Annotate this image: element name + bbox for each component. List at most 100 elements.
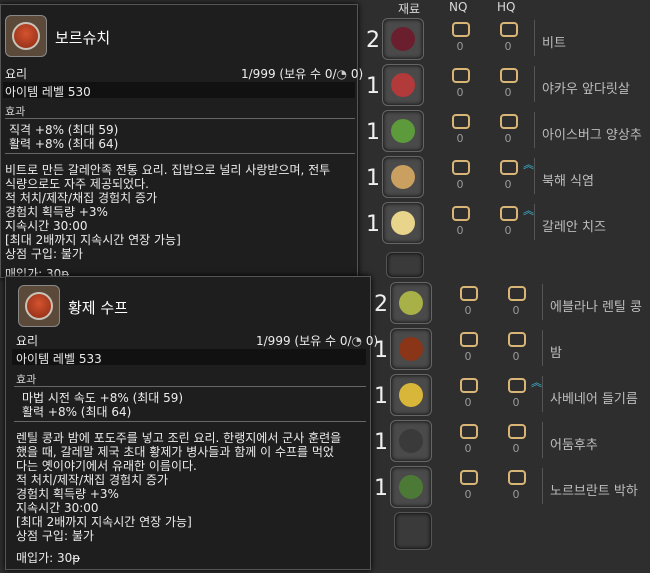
divider <box>534 158 535 194</box>
hq-marker-icon: ︽ <box>531 376 542 389</box>
divider <box>542 376 543 412</box>
nq-checkbox[interactable] <box>460 286 478 301</box>
nq-count: 0 <box>464 396 472 409</box>
divider <box>14 421 366 422</box>
ingredient-row[interactable]: 1 0 0 ︽ 북해 식염 <box>360 154 650 200</box>
ingredient-row[interactable]: 2 0 0 에블라나 렌틸 콩 <box>368 280 650 326</box>
ingredient-quantity: 1 <box>366 212 380 237</box>
ingredient-slot[interactable] <box>390 466 432 508</box>
emperor-soup-icon <box>18 285 60 327</box>
ingredient-name: 어둠후추 <box>550 438 598 453</box>
divider <box>542 284 543 320</box>
ingredient-slot[interactable] <box>390 420 432 462</box>
item-category: 요리 <box>5 67 28 81</box>
borscht-icon <box>5 15 47 57</box>
ingredient-row[interactable]: 1 0 0 ︽ 갈레안 치즈 <box>360 200 650 246</box>
hq-checkbox[interactable] <box>508 286 526 301</box>
hq-count: 0 <box>512 350 520 363</box>
nq-count: 0 <box>464 488 472 501</box>
ingredient-slot[interactable] <box>390 282 432 324</box>
divider <box>14 386 366 387</box>
ingredient-slot[interactable] <box>382 18 424 60</box>
column-hq: HQ <box>497 0 516 14</box>
divider <box>5 153 355 154</box>
divider <box>542 330 543 366</box>
divider <box>534 112 535 148</box>
ingredient-row[interactable]: 100밤 <box>368 326 650 372</box>
ingredient-name: 사베네어 들기름 <box>550 392 638 407</box>
hq-count: 0 <box>504 40 512 53</box>
ingredient-row[interactable]: 1 0 0 노르브란트 박하 <box>368 464 650 510</box>
empty-slot <box>386 252 424 278</box>
hq-checkbox[interactable] <box>500 160 518 175</box>
hq-checkbox[interactable] <box>508 424 526 439</box>
ingredient-name: 아이스버그 양상추 <box>542 128 642 143</box>
divider <box>542 422 543 458</box>
ingredient-icon <box>399 475 423 499</box>
hq-count: 0 <box>512 488 520 501</box>
ingredient-quantity: 2 <box>366 28 380 53</box>
nq-checkbox[interactable] <box>460 332 478 347</box>
ingredient-slot[interactable] <box>382 202 424 244</box>
ingredient-icon <box>399 291 423 315</box>
ingredient-name: 북해 식염 <box>542 174 594 189</box>
ingredient-row[interactable]: 1 0 0 ︽ 사베네어 들기름 <box>368 372 650 418</box>
hq-checkbox[interactable] <box>508 332 526 347</box>
column-material: 재료 <box>398 2 421 16</box>
ingredient-slot[interactable] <box>390 328 432 370</box>
effects-label: 효과 <box>16 373 37 386</box>
nq-count: 0 <box>456 224 464 237</box>
ingredient-quantity: 1 <box>366 166 380 191</box>
divider <box>534 204 535 240</box>
hq-checkbox[interactable] <box>500 114 518 129</box>
hq-marker-icon: ︽ <box>523 204 534 217</box>
item-category: 요리 <box>16 334 39 348</box>
hq-checkbox[interactable] <box>500 22 518 37</box>
ingredient-row[interactable]: 1 0 0 야카우 앞다릿살 <box>360 62 650 108</box>
nq-checkbox[interactable] <box>460 470 478 485</box>
nq-count: 0 <box>464 304 472 317</box>
item-level: 아이템 레벨 533 <box>16 352 102 366</box>
ingredient-slot[interactable] <box>382 64 424 106</box>
divider <box>542 468 543 504</box>
ingredient-quantity: 2 <box>374 292 388 317</box>
hq-checkbox[interactable] <box>508 378 526 393</box>
column-nq: NQ <box>449 0 468 14</box>
item-title: 황제 수프 <box>68 299 128 317</box>
nq-count: 0 <box>464 442 472 455</box>
divider <box>5 118 355 119</box>
hq-checkbox[interactable] <box>500 68 518 83</box>
nq-checkbox[interactable] <box>460 378 478 393</box>
ingredient-icon <box>391 73 415 97</box>
hq-count: 0 <box>504 224 512 237</box>
ingredient-row[interactable]: 1 0 0 아이스버그 양상추 <box>360 108 650 154</box>
ingredient-quantity: 1 <box>374 384 388 409</box>
ingredient-name: 밤 <box>550 346 562 361</box>
nq-checkbox[interactable] <box>452 22 470 37</box>
bonus-line: 상점 구입: 불가 <box>16 529 94 543</box>
ingredient-row[interactable]: 2 0 0 비트 <box>360 16 650 62</box>
nq-count: 0 <box>456 132 464 145</box>
hq-count: 0 <box>512 396 520 409</box>
hq-checkbox[interactable] <box>500 206 518 221</box>
nq-checkbox[interactable] <box>460 424 478 439</box>
ingredient-quantity: 1 <box>366 120 380 145</box>
nq-checkbox[interactable] <box>452 206 470 221</box>
ingredient-slot[interactable] <box>382 110 424 152</box>
nq-count: 0 <box>464 350 472 363</box>
hq-count: 0 <box>512 442 520 455</box>
ingredient-slot[interactable] <box>382 156 424 198</box>
ingredient-icon <box>399 429 423 453</box>
effects-label: 효과 <box>5 105 26 118</box>
hq-marker-icon: ︽ <box>523 158 534 171</box>
ingredient-slot[interactable] <box>390 374 432 416</box>
ingredient-name: 에블라나 렌틸 콩 <box>550 300 642 315</box>
hq-count: 0 <box>504 132 512 145</box>
nq-checkbox[interactable] <box>452 114 470 129</box>
nq-checkbox[interactable] <box>452 160 470 175</box>
ingredient-name: 야카우 앞다릿살 <box>542 82 630 97</box>
nq-count: 0 <box>456 178 464 191</box>
ingredient-row[interactable]: 1 0 0 어둠후추 <box>368 418 650 464</box>
hq-checkbox[interactable] <box>508 470 526 485</box>
nq-checkbox[interactable] <box>452 68 470 83</box>
